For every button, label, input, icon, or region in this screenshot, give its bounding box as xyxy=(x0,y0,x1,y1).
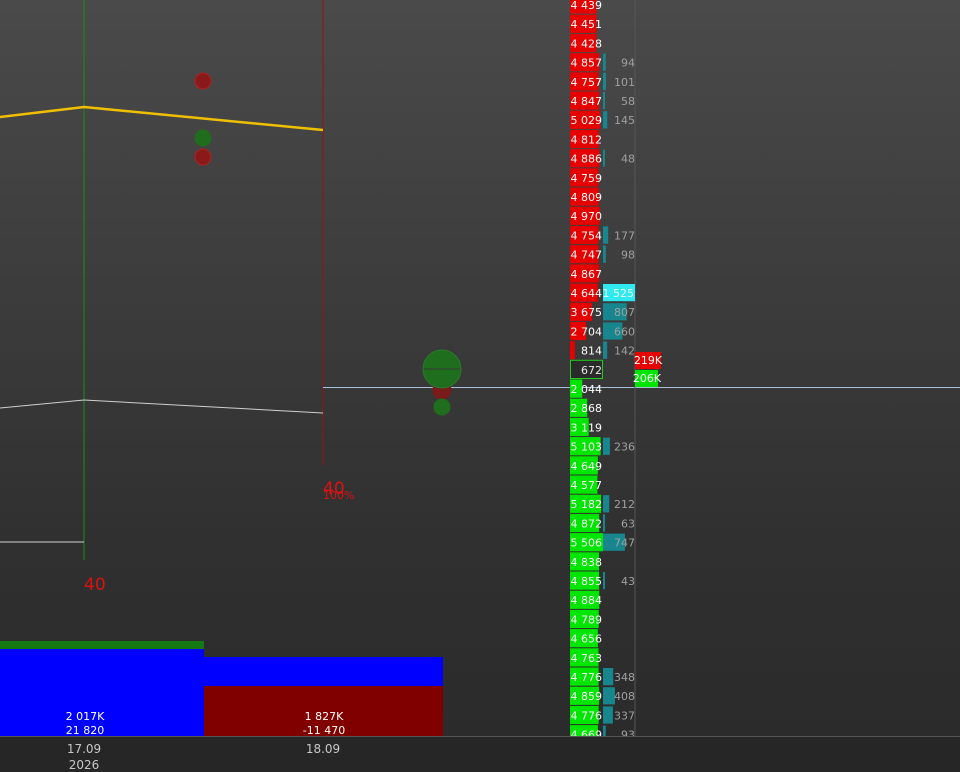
ladder-size-value: 348 xyxy=(614,671,635,684)
ladder-value: 5 506 xyxy=(571,537,603,550)
ladder-size-value: 1 525 xyxy=(603,287,635,300)
ladder-value: 3 119 xyxy=(571,421,603,434)
ladder-size-value: 236 xyxy=(614,441,635,454)
ladder-value: 4 867 xyxy=(571,268,603,281)
delta-bar xyxy=(0,641,204,649)
ladder-size-value: 408 xyxy=(614,690,635,703)
ladder-size-value: 660 xyxy=(614,325,635,338)
volume-label: 2 017K xyxy=(66,710,105,723)
ladder-value: 4 754 xyxy=(571,229,603,242)
ladder-value: 4 809 xyxy=(571,191,603,204)
volume-bar xyxy=(204,657,443,686)
ladder-value: 4 759 xyxy=(571,172,603,185)
ladder-value: 4 747 xyxy=(571,249,603,262)
ladder-value: 4 859 xyxy=(571,690,603,703)
white-indicator-line xyxy=(0,399,324,414)
time-axis-year: 2026 xyxy=(69,758,100,772)
ladder-value: 3 675 xyxy=(571,306,603,319)
ladder-size-bar xyxy=(603,495,610,513)
ladder-value: 814 xyxy=(581,345,602,358)
ladder-value: 4 838 xyxy=(571,556,603,569)
ladder-value: 672 xyxy=(581,364,602,377)
ladder-size-bar xyxy=(603,245,606,263)
delta-label: -11 470 xyxy=(303,724,345,737)
time-axis-date: 17.09 xyxy=(67,742,101,756)
ask-total-label: 219K xyxy=(634,354,663,367)
footprint-chart[interactable]: 4040100% 2 017K21 8201 827K-11 470 4 439… xyxy=(0,0,960,772)
ladder-size-value: 98 xyxy=(621,249,635,262)
volume-label: 1 827K xyxy=(305,710,344,723)
ladder-size-bar xyxy=(603,53,606,71)
ladder-size-bar xyxy=(603,437,610,455)
ladder-size-bar xyxy=(603,706,613,724)
ladder-size-bar xyxy=(603,111,608,129)
chart-stage[interactable]: 40 40 100% 2 017K 21 820 1 827K -11 470 4 439… xyxy=(0,0,960,772)
delta-label: 21 820 xyxy=(66,724,105,737)
ladder-size-bar xyxy=(603,149,605,167)
ladder-value: 4 970 xyxy=(571,210,603,223)
ladder-size-value: 63 xyxy=(621,517,635,530)
ladder-size-bar xyxy=(603,72,606,90)
ladder-size-value: 807 xyxy=(614,306,635,319)
ladder-value: 4 428 xyxy=(571,37,603,50)
trade-bubble xyxy=(194,72,212,90)
ladder-size-bar xyxy=(603,514,605,532)
ladder-value: 4 884 xyxy=(571,594,603,607)
ladder-size-value: 101 xyxy=(614,76,635,89)
ladder-size-value: 94 xyxy=(621,57,635,70)
time-axis xyxy=(0,736,960,772)
ladder-size-value: 48 xyxy=(621,153,635,166)
ladder-value: 4 776 xyxy=(571,671,603,684)
ladder-value: 2 868 xyxy=(571,402,603,415)
ladder-value: 2 704 xyxy=(571,325,603,338)
ladder-value: 4 789 xyxy=(571,613,603,626)
ladder-value: 4 857 xyxy=(571,57,603,70)
ladder-value: 4 886 xyxy=(571,153,603,166)
bid-total-label: 206K xyxy=(633,372,662,385)
ladder-value: 4 644 xyxy=(571,287,603,300)
ladder-value: 5 029 xyxy=(571,114,603,127)
ladder-size-bar xyxy=(603,92,605,110)
ladder-value: 5 182 xyxy=(571,498,603,511)
ladder-size-value: 337 xyxy=(614,709,635,722)
ladder-value: 2 044 xyxy=(571,383,603,396)
ladder-size-bar xyxy=(603,572,605,590)
ladder-size-value: 177 xyxy=(614,229,635,242)
session-marker-label: 40 xyxy=(84,575,106,595)
ladder-value: 4 847 xyxy=(571,95,603,108)
trade-bubble xyxy=(433,398,451,416)
trade-bubble xyxy=(194,148,212,166)
ladder-value: 4 757 xyxy=(571,76,603,89)
ladder-value: 4 855 xyxy=(571,575,603,588)
ladder-value: 4 776 xyxy=(571,709,603,722)
ladder-value: 4 577 xyxy=(571,479,603,492)
ladder-volume-bar[interactable] xyxy=(570,341,575,360)
ladder-size-bar xyxy=(603,668,614,686)
ladder-value: 4 451 xyxy=(571,18,603,31)
ladder-value: 4 872 xyxy=(571,517,603,530)
yellow-indicator-line xyxy=(0,105,324,132)
ladder-size-value: 43 xyxy=(621,575,635,588)
ladder-value: 5 103 xyxy=(571,441,603,454)
ladder-size-value: 747 xyxy=(614,537,635,550)
ladder-value: 4 656 xyxy=(571,633,603,646)
ladder-value: 4 763 xyxy=(571,652,603,665)
ladder-size-value: 145 xyxy=(614,114,635,127)
ladder-size-bar xyxy=(603,341,608,359)
session-marker-sublabel: 100% xyxy=(323,489,354,502)
ladder-size-bar xyxy=(603,226,609,244)
time-axis-date: 18.09 xyxy=(306,742,340,756)
ladder-size-value: 58 xyxy=(621,95,635,108)
ladder-size-value: 142 xyxy=(614,345,635,358)
ladder-size-value: 212 xyxy=(614,498,635,511)
ladder-value: 4 812 xyxy=(571,133,603,146)
ladder-value: 4 649 xyxy=(571,460,603,473)
ladder-value: 4 439 xyxy=(571,0,603,12)
trade-bubble xyxy=(194,129,212,147)
